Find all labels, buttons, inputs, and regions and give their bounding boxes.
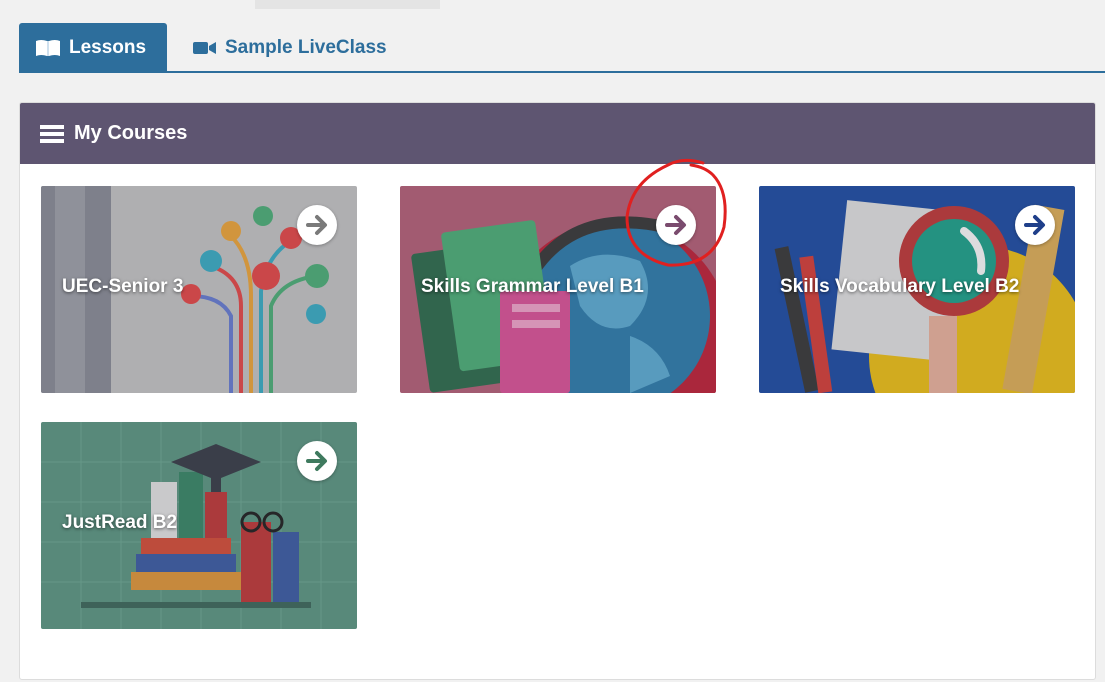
page: Lessons Sample LiveClass My Courses UEC-…	[0, 0, 1105, 682]
panel-header: My Courses	[20, 103, 1095, 164]
book-icon	[36, 40, 60, 56]
course-card-justread-b2[interactable]: JustRead B2	[41, 422, 357, 629]
course-card-skills-vocabulary-b2[interactable]: Skills Vocabulary Level B2	[759, 186, 1075, 393]
arrow-right-icon	[665, 215, 686, 235]
tab-sample-liveclass[interactable]: Sample LiveClass	[189, 23, 387, 73]
tab-sample-liveclass-label: Sample LiveClass	[225, 37, 387, 58]
open-course-button[interactable]	[656, 205, 696, 245]
course-card-skills-grammar-b1[interactable]: Skills Grammar Level B1	[400, 186, 716, 393]
my-courses-panel: My Courses UEC-Senior 3 Skills Grammar L…	[19, 102, 1096, 680]
arrow-right-icon	[306, 215, 327, 235]
tab-lessons[interactable]: Lessons	[19, 23, 167, 73]
open-course-button[interactable]	[297, 441, 337, 481]
course-title: Skills Grammar Level B1	[421, 276, 644, 297]
course-title: Skills Vocabulary Level B2	[780, 276, 1020, 297]
arrow-right-icon	[306, 451, 327, 471]
top-stub	[255, 0, 440, 9]
open-course-button[interactable]	[1015, 205, 1055, 245]
video-camera-icon	[193, 42, 216, 54]
panel-title: My Courses	[74, 122, 188, 144]
list-icon	[40, 124, 64, 143]
course-title: JustRead B2	[62, 512, 178, 533]
open-course-button[interactable]	[297, 205, 337, 245]
arrow-right-icon	[1024, 215, 1045, 235]
course-title: UEC-Senior 3	[62, 276, 184, 297]
course-card-uec-senior-3[interactable]: UEC-Senior 3	[41, 186, 357, 393]
tab-lessons-label: Lessons	[69, 37, 147, 58]
tab-bar: Lessons Sample LiveClass	[19, 20, 1105, 73]
